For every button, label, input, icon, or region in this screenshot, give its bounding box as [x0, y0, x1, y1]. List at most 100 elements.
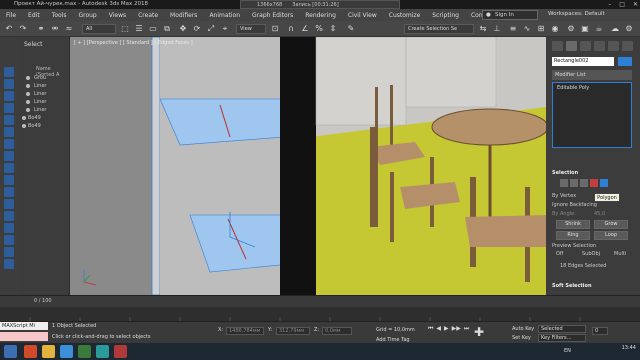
unlink-icon[interactable]: ⚮	[50, 24, 60, 34]
rendered-frame-window-icon[interactable]: ▣	[580, 24, 590, 34]
layer-explorer-icon[interactable]: ≡	[508, 24, 518, 34]
redo-icon[interactable]: ↷	[18, 24, 28, 34]
rectangular-selection-icon[interactable]: ▭	[148, 24, 158, 34]
display-collapse-icon[interactable]	[4, 259, 14, 269]
select-by-name-icon[interactable]: ☰	[134, 24, 144, 34]
display-shapes-icon[interactable]	[4, 103, 14, 113]
stack-item-editable-poly[interactable]: Editable Poly	[557, 85, 589, 91]
undo-icon[interactable]: ↶	[4, 24, 14, 34]
placement-icon[interactable]: ⌖	[220, 24, 230, 34]
start-icon[interactable]	[4, 345, 17, 358]
link-icon[interactable]: ⚭	[36, 24, 46, 34]
by-angle-checkbox[interactable]: By Angle:	[552, 211, 576, 217]
scene-row[interactable]: Liner	[34, 99, 46, 105]
minimize-icon[interactable]: –	[608, 1, 611, 8]
menu-views[interactable]: Views	[103, 12, 132, 19]
explorer-icon[interactable]	[42, 345, 55, 358]
align-icon[interactable]: ⊥	[492, 24, 502, 34]
edge-icon[interactable]	[60, 345, 73, 358]
angle-value[interactable]: 45,0	[594, 211, 605, 217]
browser-icon[interactable]	[24, 345, 37, 358]
app-icon[interactable]	[78, 345, 91, 358]
display-frozen-icon[interactable]	[4, 211, 14, 221]
utilities-tab-icon[interactable]	[622, 41, 633, 51]
display-cameras-icon[interactable]	[4, 127, 14, 137]
snaps-toggle-icon[interactable]: ∩	[286, 24, 296, 34]
time-slider[interactable]: 0 / 100	[0, 295, 640, 307]
previous-frame-icon[interactable]: ◀	[436, 325, 441, 333]
menu-scripting[interactable]: Scripting	[426, 12, 465, 19]
perspective-viewport[interactable]: [ + ] [Perspective ] [ Standard ] [ Edge…	[70, 37, 546, 295]
soft-selection-rollout-title[interactable]: Soft Selection	[552, 283, 592, 289]
menu-file[interactable]: File	[0, 12, 22, 19]
recorder-icon[interactable]	[114, 345, 127, 358]
display-spacewarps-icon[interactable]	[4, 151, 14, 161]
ring-button[interactable]: Ring	[556, 231, 590, 240]
workspaces-selector[interactable]: Workspaces: Default	[548, 11, 605, 17]
a360-icon[interactable]: ☁	[610, 24, 620, 34]
go-to-end-icon[interactable]: ⏭	[464, 325, 469, 333]
angle-snap-icon[interactable]: ∠	[300, 24, 310, 34]
loop-button[interactable]: Loop	[594, 231, 628, 240]
by-vertex-checkbox[interactable]: By Vertex	[552, 193, 576, 199]
go-to-start-icon[interactable]: ⏮	[428, 325, 433, 333]
play-icon[interactable]: ▶	[444, 325, 449, 333]
menu-edit[interactable]: Edit	[22, 12, 46, 19]
viewport-label[interactable]: [ + ] [Perspective ] [ Standard ] [ Edge…	[74, 40, 193, 46]
scene-row[interactable]: Grou	[34, 75, 46, 81]
move-icon[interactable]: ✥	[178, 24, 188, 34]
shrink-button[interactable]: Shrink	[556, 220, 590, 229]
create-tab-icon[interactable]	[552, 41, 563, 51]
rotate-icon[interactable]: ⟳	[192, 24, 202, 34]
edit-named-selection-icon[interactable]: ✎	[346, 24, 356, 34]
auto-key-button[interactable]: Auto Key	[512, 326, 534, 332]
display-influences-icon[interactable]	[4, 247, 14, 257]
menu-customize[interactable]: Customize	[383, 12, 427, 19]
schematic-view-icon[interactable]: ⊞	[536, 24, 546, 34]
z-coord-field[interactable]: 0,0мм	[322, 327, 352, 335]
maxscript-input[interactable]	[0, 332, 48, 341]
settings-icon[interactable]: ⚙	[624, 24, 634, 34]
object-color-swatch[interactable]	[618, 57, 632, 66]
modifier-stack[interactable]: Editable Poly	[552, 82, 632, 148]
object-name-field[interactable]: Rectangle002	[552, 57, 614, 66]
3dsmax-icon[interactable]	[96, 345, 109, 358]
maxscript-listener[interactable]: MAXScript Mi	[0, 322, 48, 330]
display-tab-icon[interactable]	[608, 41, 619, 51]
preview-subobj-radio[interactable]: SubObj	[582, 251, 600, 257]
border-icon[interactable]	[580, 179, 588, 187]
preview-off-radio[interactable]: Off	[556, 251, 563, 257]
menu-group[interactable]: Group	[72, 12, 102, 19]
spinner-snap-icon[interactable]: ⇕	[328, 24, 338, 34]
window-crossing-icon[interactable]: ⧉	[162, 24, 172, 34]
key-filters-button[interactable]: Key Filters...	[538, 334, 586, 342]
language-indicator[interactable]: EN	[564, 348, 571, 354]
current-frame-field[interactable]: 0	[592, 327, 608, 335]
sign-in-button[interactable]: ● Sign In	[482, 10, 538, 20]
scene-explorer-header[interactable]: Select	[24, 41, 43, 48]
material-editor-icon[interactable]: ◉	[550, 24, 560, 34]
display-lights-icon[interactable]	[4, 115, 14, 125]
scene-row[interactable]: Liner	[34, 107, 46, 113]
y-coord-field[interactable]: 312,79мм	[276, 327, 310, 335]
menu-create[interactable]: Create	[132, 12, 164, 19]
select-object-icon[interactable]: ⬚	[120, 24, 130, 34]
scale-icon[interactable]: ⤢	[206, 24, 216, 34]
display-helpers-icon[interactable]	[4, 139, 14, 149]
maximize-icon[interactable]: □	[619, 1, 625, 8]
bind-space-warp-icon[interactable]: ≈	[64, 24, 74, 34]
render-production-icon[interactable]: ☕	[594, 24, 604, 34]
mirror-icon[interactable]: ⇆	[478, 24, 488, 34]
close-icon[interactable]: ✕	[633, 1, 638, 8]
selection-rollout-title[interactable]: Selection	[552, 170, 578, 176]
display-containers-icon[interactable]	[4, 199, 14, 209]
display-none-icon[interactable]	[4, 67, 14, 77]
system-clock[interactable]: 13:44	[622, 345, 636, 351]
menu-rendering[interactable]: Rendering	[299, 12, 342, 19]
x-coord-field[interactable]: 1486,784мм	[226, 327, 264, 335]
scene-row[interactable]: Liner	[34, 91, 46, 97]
visibility-eye-icons[interactable]	[20, 75, 34, 131]
menu-graph-editors[interactable]: Graph Editors	[246, 12, 299, 19]
key-mode-dropdown[interactable]: Selected	[538, 325, 586, 333]
modifier-list-dropdown[interactable]: Modifier List	[552, 70, 632, 80]
